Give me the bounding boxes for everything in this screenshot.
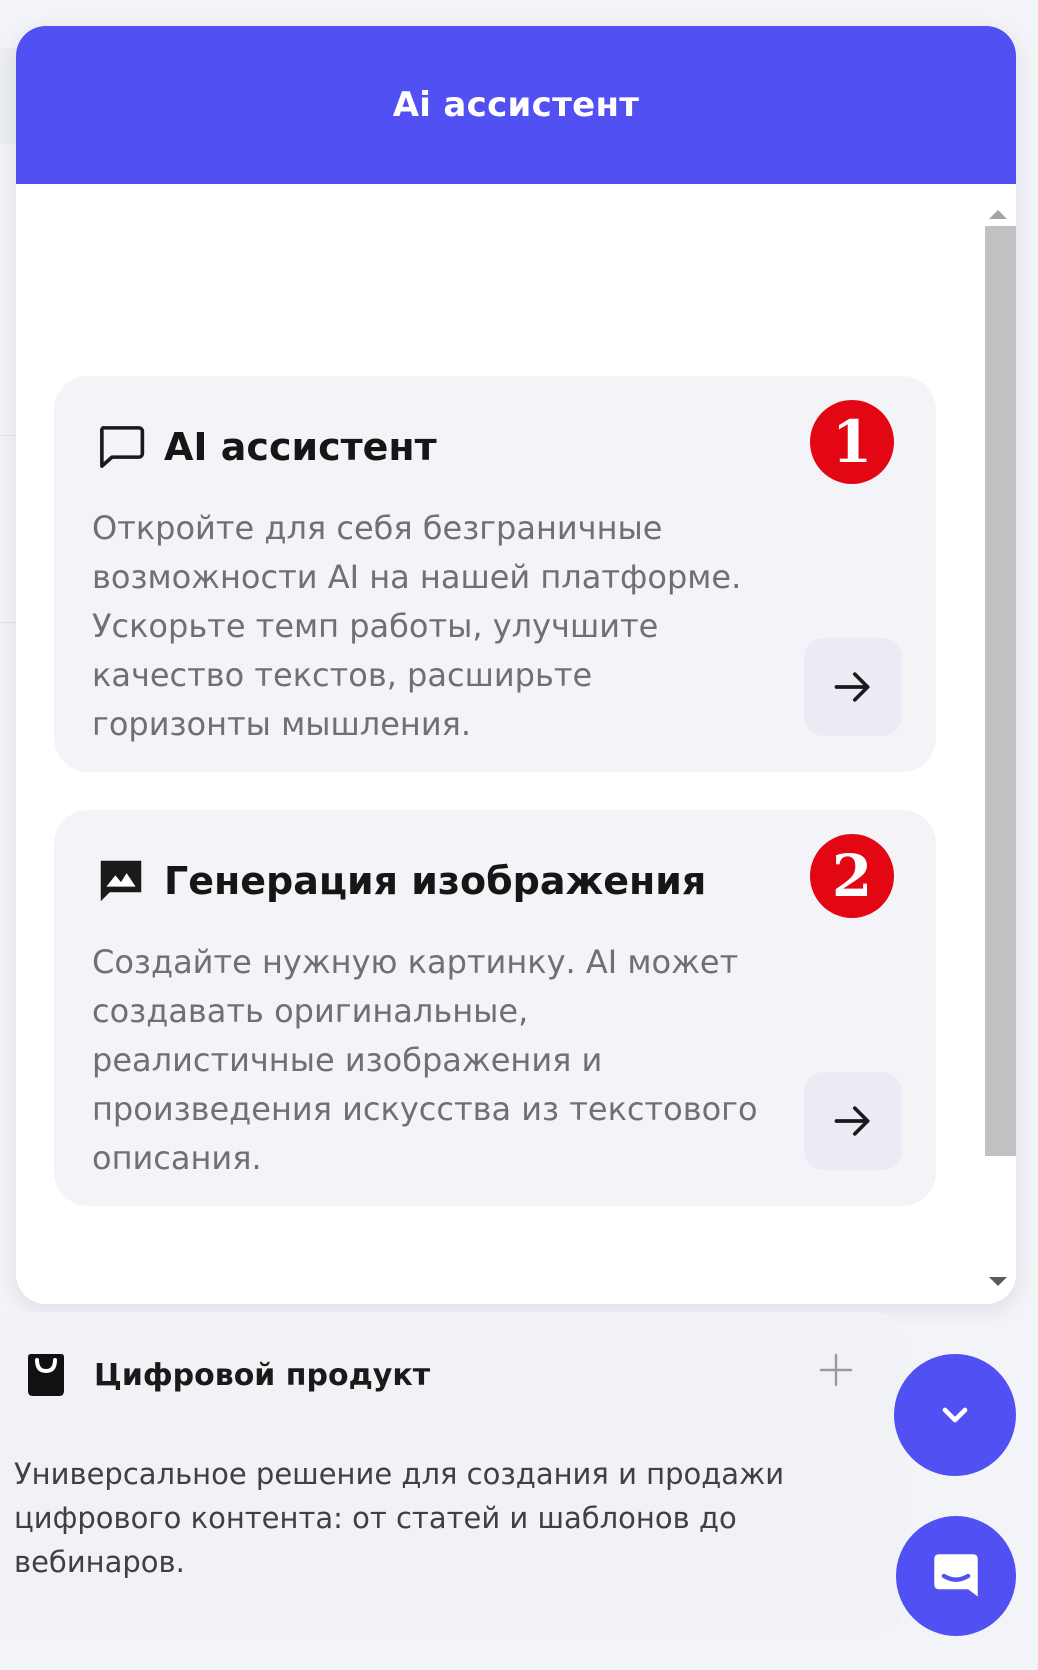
chat-messenger-icon xyxy=(934,1554,978,1597)
number-badge: 2 xyxy=(810,834,894,918)
card-description: Откройте для себя безграничные возможнос… xyxy=(92,509,742,743)
card-title: AI ассистент xyxy=(164,425,437,469)
scroll-down-button[interactable] xyxy=(894,1354,1016,1476)
scroll-down-arrow[interactable] xyxy=(989,1277,1007,1286)
scroll-up-arrow[interactable] xyxy=(989,210,1007,219)
background-divider xyxy=(0,622,16,623)
chat-messenger-button[interactable] xyxy=(896,1516,1016,1636)
image-generation-card[interactable]: Генерация изображения 2 Создайте нужную … xyxy=(54,810,936,1206)
ai-assistant-card[interactable]: AI ассистент 1 Откройте для себя безгран… xyxy=(54,376,936,772)
background-divider xyxy=(0,435,16,436)
chat-bubble-icon xyxy=(99,426,145,468)
scrollbar-thumb[interactable] xyxy=(985,226,1016,1156)
plus-icon[interactable] xyxy=(818,1352,854,1388)
image-icon xyxy=(100,860,142,902)
popup-title: Ai ассистент xyxy=(392,85,640,125)
chevron-down-icon xyxy=(942,1407,968,1423)
product-description: Универсальное решение для создания и про… xyxy=(14,1457,785,1579)
open-image-generation-button[interactable] xyxy=(804,1072,902,1170)
open-ai-assistant-button[interactable] xyxy=(804,638,902,736)
product-header: Цифровой продукт xyxy=(22,1350,862,1400)
ai-assistant-popup: Ai ассистент AI ассистент 1 Откройте для… xyxy=(16,26,1016,1304)
card-title: Генерация изображения xyxy=(164,859,707,903)
card-description: Создайте нужную картинку. AI может созда… xyxy=(92,943,758,1177)
number-badge: 1 xyxy=(810,400,894,484)
arrow-right-icon xyxy=(834,672,870,702)
popup-scrollbar[interactable] xyxy=(978,184,1016,1304)
shopping-bag-icon xyxy=(28,1354,64,1396)
card-header: Генерация изображения xyxy=(94,854,706,908)
digital-product-card[interactable]: Цифровой продукт Универсальное решение д… xyxy=(0,1312,906,1634)
popup-header: Ai ассистент xyxy=(16,26,1016,184)
product-title: Цифровой продукт xyxy=(94,1357,431,1393)
card-header: AI ассистент xyxy=(94,420,437,474)
arrow-right-icon xyxy=(834,1106,870,1136)
